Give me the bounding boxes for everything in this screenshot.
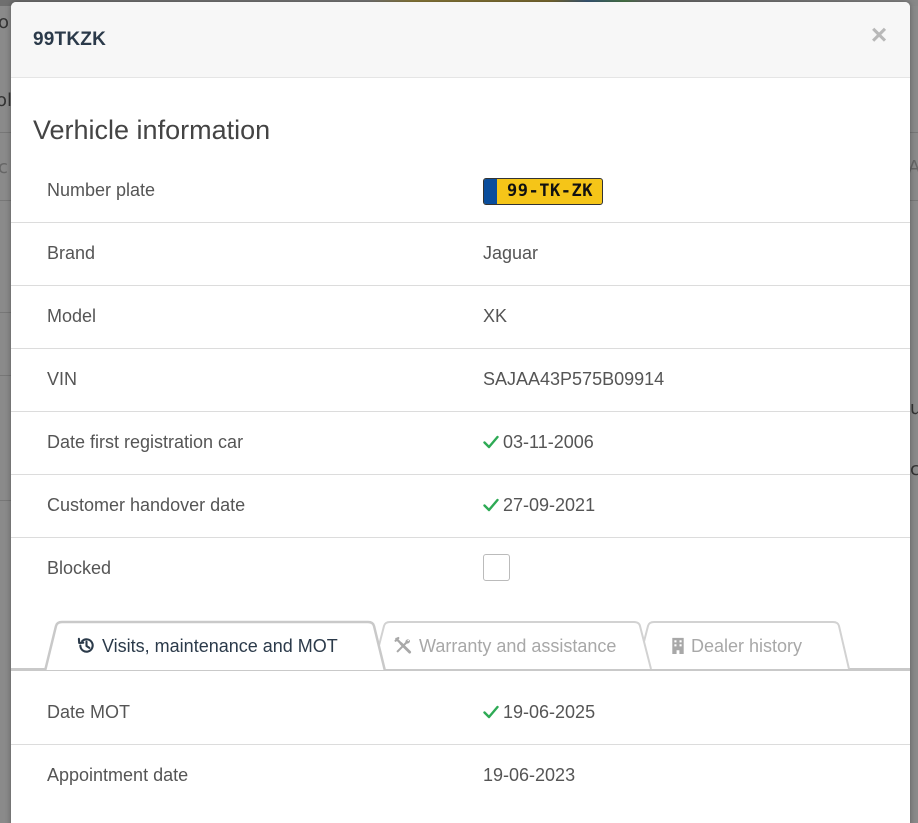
tab-dealer-history[interactable]: Dealer history <box>671 636 802 657</box>
row-vin: VIN SAJAA43P575B09914 <box>11 349 910 412</box>
appointment-date-value: 19-06-2023 <box>483 765 576 785</box>
close-button[interactable]: × <box>866 20 892 50</box>
blocked-checkbox[interactable] <box>483 554 510 581</box>
tab-warranty-label: Warranty and assistance <box>419 636 617 656</box>
vin-value: SAJAA43P575B09914 <box>483 369 665 389</box>
tab-dealer-history-label: Dealer history <box>691 636 803 656</box>
modal-title: 99TKZK <box>33 29 106 50</box>
handover-value-wrap: 27-09-2021 <box>483 495 595 516</box>
date-mot-value: 19-06-2025 <box>503 702 596 722</box>
brand-value: Jaguar <box>483 243 539 263</box>
blocked-label: Blocked <box>47 558 112 578</box>
date-mot-label: Date MOT <box>47 702 131 722</box>
row-number-plate: Number plate 99-TK-ZK <box>11 160 910 223</box>
model-value: XK <box>483 306 508 326</box>
handover-value: 27-09-2021 <box>503 495 596 515</box>
close-icon: × <box>870 19 888 50</box>
backdrop-divider <box>910 200 918 201</box>
model-label: Model <box>47 306 97 326</box>
number-plate-badge: 99-TK-ZK <box>483 178 603 205</box>
plate-eu-band <box>484 179 497 204</box>
first-registration-value-wrap: 03-11-2006 <box>483 432 594 453</box>
number-plate-label: Number plate <box>47 180 156 200</box>
appointment-date-label: Appointment date <box>47 765 189 785</box>
brand-label: Brand <box>47 243 96 263</box>
handover-label: Customer handover date <box>47 495 246 515</box>
row-appointment-date: Appointment date 19-06-2023 <box>11 745 910 807</box>
backdrop-text-fragment: c <box>0 157 8 178</box>
first-registration-label: Date first registration car <box>47 432 244 452</box>
tab-visits-maintenance-mot[interactable]: Visits, maintenance and MOT <box>77 636 338 657</box>
vehicle-modal: 99TKZK × Verhicle information Number pla… <box>11 2 910 823</box>
tab-warranty-assistance[interactable]: Warranty and assistance <box>393 636 616 657</box>
modal-header: 99TKZK × <box>11 2 910 78</box>
check-icon <box>483 435 499 449</box>
check-icon <box>483 498 499 512</box>
row-model: Model XK <box>11 286 910 349</box>
history-icon <box>77 637 94 653</box>
row-blocked: Blocked <box>11 538 910 600</box>
row-handover: Customer handover date 27-09-2021 <box>11 475 910 538</box>
tab-visits-label: Visits, maintenance and MOT <box>102 636 338 656</box>
row-first-registration: Date first registration car 03-11-2006 <box>11 412 910 475</box>
date-mot-value-wrap: 19-06-2025 <box>483 702 595 723</box>
row-brand: Brand Jaguar <box>11 223 910 286</box>
vehicle-info-table: Number plate 99-TK-ZK Brand Jaguar Model… <box>11 160 910 600</box>
tab-bar: Visits, maintenance and MOT Warranty and… <box>11 620 910 671</box>
building-icon <box>672 637 684 655</box>
tools-icon <box>394 636 412 654</box>
row-date-mot: Date MOT 19-06-2025 <box>11 682 910 745</box>
first-registration-value: 03-11-2006 <box>503 432 594 452</box>
backdrop-text-fragment: o <box>0 12 10 33</box>
backdrop-text-fragment: u <box>910 398 918 419</box>
vin-label: VIN <box>47 369 78 389</box>
backdrop-divider <box>910 132 918 133</box>
backdrop-text-fragment: c <box>910 459 918 480</box>
visits-table: Date MOT 19-06-2025 Appointment date 19-… <box>11 682 910 807</box>
check-icon <box>483 705 499 719</box>
number-plate-value: 99-TK-ZK <box>507 181 593 201</box>
section-title: Verhicle information <box>33 115 271 145</box>
